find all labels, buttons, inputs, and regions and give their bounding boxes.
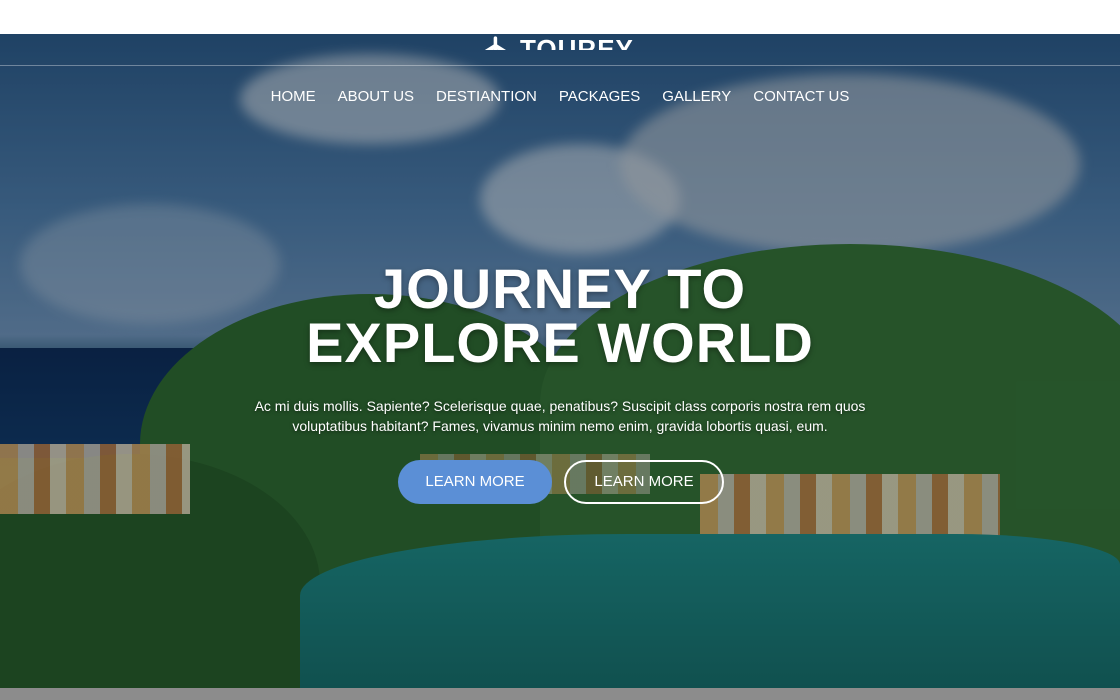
hero-subtitle: Ac mi duis mollis. Sapiente? Scelerisque… — [240, 396, 880, 436]
nav-divider — [0, 65, 1120, 66]
nav-packages[interactable]: PACKAGES — [559, 88, 640, 106]
nav-about-us[interactable]: ABOUT US — [338, 88, 414, 106]
hero-title: JOURNEY TO EXPLORE WORLD — [0, 257, 1120, 374]
nav-contact-us[interactable]: CONTACT US — [753, 88, 849, 106]
nav-gallery[interactable]: GALLERY — [662, 88, 731, 106]
airplane-icon — [484, 36, 506, 50]
browser-top-bar — [0, 0, 1120, 34]
hero-subtitle-line-2: voluptatibus habitant? Fames, vivamus mi… — [292, 418, 828, 434]
brand-logo[interactable]: TOUREY — [482, 34, 634, 50]
learn-more-primary-button[interactable]: LEARN MORE — [398, 460, 552, 504]
main-navigation: HOME ABOUT US DESTIANTION PACKAGES GALLE… — [0, 88, 1120, 106]
nav-destination[interactable]: DESTIANTION — [436, 88, 537, 106]
learn-more-outline-button[interactable]: LEARN MORE — [564, 460, 724, 504]
brand-name: TOUREY — [520, 34, 634, 50]
hero-title-line-1: JOURNEY TO — [373, 257, 747, 320]
nav-home[interactable]: HOME — [271, 88, 316, 106]
bottom-bar — [0, 688, 1120, 700]
hero-title-line-2: EXPLORE WORLD — [306, 311, 814, 374]
hero-subtitle-line-1: Ac mi duis mollis. Sapiente? Scelerisque… — [254, 398, 866, 414]
